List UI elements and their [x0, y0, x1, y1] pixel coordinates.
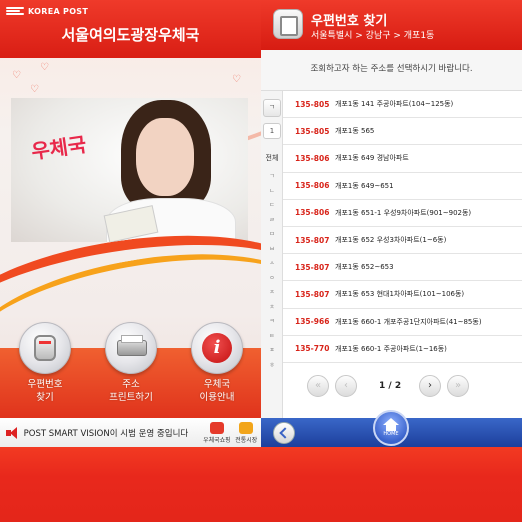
- zipcode: 135-806: [295, 153, 330, 163]
- home-icon: [383, 418, 399, 425]
- heart-icon: ♡: [12, 70, 21, 81]
- page-title: 우편번호 찾기: [311, 14, 388, 29]
- heart-icon: ♡: [30, 84, 39, 95]
- prev-page-button[interactable]: ‹: [335, 375, 357, 397]
- address-row[interactable]: 135-805 개포1동 141 주공아파트(104~125동): [283, 91, 522, 119]
- shopping-bag-icon: [209, 421, 224, 434]
- result-area: ㄱ 1 전체 ㄱㄴㄷㄹㅁㅂㅅㅇㅈㅊㅋㅌㅍㅎ 135-805 개포1동 141 주공…: [261, 90, 522, 419]
- index-consonant[interactable]: ㄹ: [261, 215, 283, 224]
- address-row[interactable]: 135-807 개포1동 652 우성3차아파트(1~6동): [283, 227, 522, 255]
- heart-icon: ♡: [40, 62, 49, 73]
- index-consonant[interactable]: ㅅ: [261, 258, 283, 267]
- page-indicator: 1 / 2: [379, 381, 402, 391]
- address-row[interactable]: 135-806 개포1동 651-1 우성9차아파트(901~902동): [283, 200, 522, 227]
- brand-text: KOREA POST: [28, 6, 89, 16]
- mailbox-icon: [273, 9, 303, 39]
- address-text: 개포1동 660-1 개포주공1단지아파트(41~85동): [335, 317, 482, 326]
- address-text: 개포1동 141 주공아파트(104~125동): [335, 100, 454, 109]
- zipcode: 135-806: [295, 208, 330, 218]
- main-menu: 우편번호 찾기 주소 프린트하기 i 우체국 이용안내: [0, 322, 261, 418]
- zipcode: 135-807: [295, 235, 330, 245]
- address-list: 135-805 개포1동 141 주공아파트(104~125동) 135-805 개포…: [283, 91, 522, 363]
- index-consonant[interactable]: ㅍ: [261, 345, 283, 354]
- address-row[interactable]: 135-807 개포1동 652~653: [283, 254, 522, 282]
- address-text: 개포1동 565: [335, 127, 375, 136]
- index-consonant[interactable]: ㅁ: [261, 229, 283, 238]
- home-header: KOREA POST 서울여의도광장우체국: [0, 0, 261, 58]
- index-page-one[interactable]: 1: [263, 123, 281, 139]
- mailbox-icon: [19, 322, 71, 374]
- back-button[interactable]: [273, 422, 295, 444]
- consonant-index: ㄱ 1 전체 ㄱㄴㄷㄹㅁㅂㅅㅇㅈㅊㅋㅌㅍㅎ: [261, 91, 283, 419]
- index-consonant[interactable]: ㄱ: [261, 171, 283, 180]
- post-office-title: 서울여의도광장우체국: [61, 26, 200, 44]
- instruction-text: 조회하고자 하는 주소를 선택하시기 바랍니다.: [310, 64, 473, 74]
- zipcode: 135-807: [295, 262, 330, 272]
- address-row[interactable]: 135-805 개포1동 565: [283, 118, 522, 146]
- zipcode: 135-806: [295, 181, 330, 191]
- address-text: 개포1동 660-1 주공아파트(1~16동): [335, 344, 447, 353]
- info-icon: i: [191, 322, 243, 374]
- pagination: « ‹ 1 / 2 › »: [283, 373, 522, 403]
- shopping-button[interactable]: 우체국쇼핑: [202, 421, 231, 444]
- korea-post-logo: KOREA POST: [6, 4, 88, 18]
- menu-label: 우편번호 찾기: [27, 379, 63, 403]
- zipcode: 135-805: [295, 126, 330, 136]
- menu-zipcode-search[interactable]: 우편번호 찾기: [10, 322, 80, 404]
- promo-script: 우체국: [29, 132, 88, 164]
- notice-ticker: POST SMART VISION이 시범 운영 중입니다 우체국쇼핑 전통시장: [0, 418, 261, 447]
- promo-photo: 우체국: [11, 98, 248, 242]
- index-consonant[interactable]: ㅂ: [261, 244, 283, 253]
- index-consonant[interactable]: ㅊ: [261, 302, 283, 311]
- index-consonant[interactable]: ㅈ: [261, 287, 283, 296]
- address-row[interactable]: 135-966 개포1동 660-1 개포주공1단지아파트(41~85동): [283, 309, 522, 336]
- index-consonant[interactable]: ㄴ: [261, 186, 283, 195]
- address-text: 개포1동 649 경남아파트: [335, 154, 409, 163]
- index-consonant[interactable]: ㅌ: [261, 331, 283, 340]
- market-button[interactable]: 전통시장: [232, 421, 261, 444]
- market-icon: [239, 421, 254, 434]
- address-text: 개포1동 649~651: [335, 181, 394, 190]
- next-page-button[interactable]: ›: [419, 375, 441, 397]
- address-row[interactable]: 135-807 개포1동 653 현대1차아파트(101~106동): [283, 281, 522, 309]
- first-page-button[interactable]: «: [307, 375, 329, 397]
- zipcode: 135-770: [295, 344, 330, 354]
- background-band: [0, 447, 522, 522]
- address-text: 개포1동 652 우성3차아파트(1~6동): [335, 236, 447, 245]
- index-consonant[interactable]: ㅎ: [261, 360, 283, 369]
- address-text: 개포1동 653 현대1차아파트(101~106동): [335, 290, 465, 299]
- index-consonant[interactable]: ㅋ: [261, 316, 283, 325]
- zipcode: 135-805: [295, 99, 330, 109]
- index-consonant[interactable]: ㄷ: [261, 200, 283, 209]
- zipcode-header: 우편번호 찾기 서울특별시 > 강남구 > 개포1동: [261, 0, 522, 50]
- index-consonant[interactable]: ㅇ: [261, 273, 283, 282]
- home-button[interactable]: HOME: [373, 410, 409, 446]
- heart-icon: ♡: [232, 74, 241, 85]
- speaker-icon: [4, 425, 24, 441]
- zipcode: 135-966: [295, 317, 330, 327]
- breadcrumb: 서울특별시 > 강남구 > 개포1동: [311, 31, 435, 41]
- menu-address-print[interactable]: 주소 프린트하기: [96, 322, 166, 404]
- ticker-message: POST SMART VISION이 시범 운영 중입니다: [23, 428, 189, 439]
- zipcode-search-panel: 우편번호 찾기 서울특별시 > 강남구 > 개포1동 조회하고자 하는 주소를 …: [261, 0, 522, 447]
- menu-label: 주소 프린트하기: [109, 379, 153, 403]
- address-row[interactable]: 135-806 개포1동 649~651: [283, 173, 522, 200]
- menu-post-office-guide[interactable]: i 우체국 이용안내: [182, 322, 252, 404]
- menu-label: 우체국 이용안내: [199, 379, 235, 403]
- zipcode: 135-807: [295, 289, 330, 299]
- kiosk-home-panel: KOREA POST 서울여의도광장우체국 ♡ ♡ ♡ ♡ 우체국 우편번호 찾기: [0, 0, 261, 447]
- nav-footer: HOME: [261, 410, 522, 447]
- address-text: 개포1동 651-1 우성9차아파트(901~902동): [335, 208, 472, 217]
- last-page-button[interactable]: »: [447, 375, 469, 397]
- korea-post-mark-icon: [6, 6, 24, 16]
- printer-icon: [105, 322, 157, 374]
- address-row[interactable]: 135-770 개포1동 660-1 주공아파트(1~16동): [283, 336, 522, 363]
- address-text: 개포1동 652~653: [335, 263, 394, 272]
- index-all[interactable]: 전체: [261, 153, 283, 163]
- address-row[interactable]: 135-806 개포1동 649 경남아파트: [283, 145, 522, 173]
